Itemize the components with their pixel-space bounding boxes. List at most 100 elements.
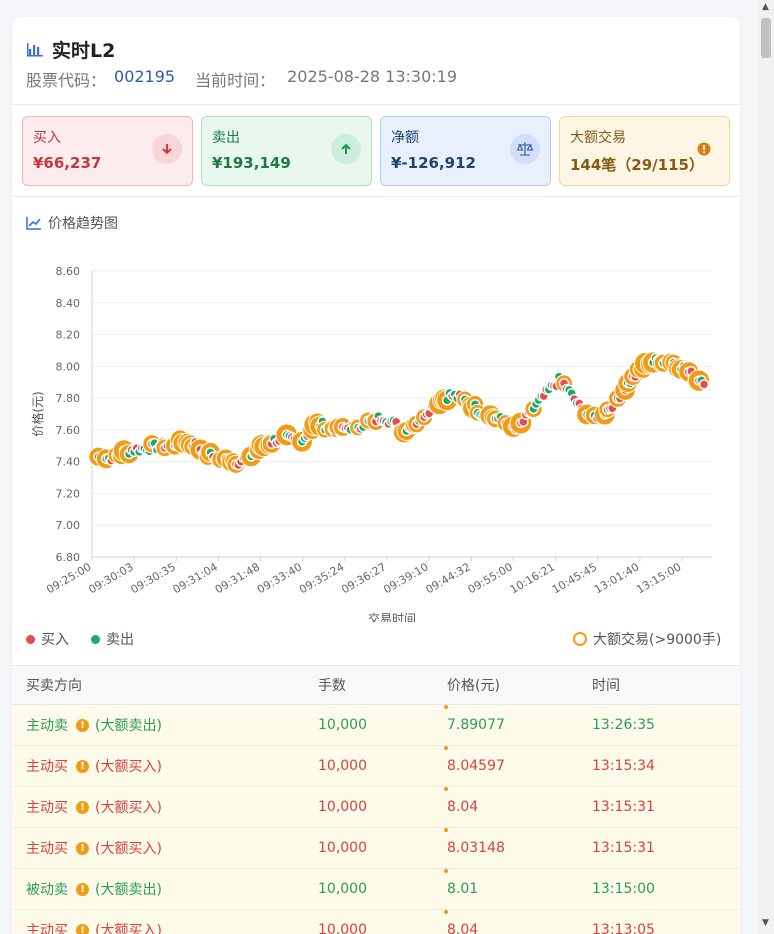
header-lots: 手数	[318, 678, 346, 694]
page-title: 实时L2	[52, 40, 116, 62]
cell-price: 8.04	[447, 799, 479, 815]
stat-buy: 买入 ¥66,237	[22, 116, 193, 186]
legend-sell-label: 卖出	[106, 632, 134, 648]
x-tick-label: 09:31:04	[171, 560, 220, 596]
x-tick-label: 09:44:32	[423, 560, 472, 596]
header: 实时L2 股票代码： 002195 当前时间： 2025-08-28 13:30…	[12, 17, 740, 105]
cell-direction: 主动买! (大额买入)	[12, 756, 318, 776]
table-row[interactable]: 主动买! (大额买入) 10,000 8.04 13:15:31	[12, 787, 740, 828]
buy-point	[698, 379, 710, 390]
legend-large: 大额交易(>9000手)	[573, 629, 721, 649]
y-axis-title: 价格(元)	[30, 391, 45, 436]
stock-code: 002195	[114, 67, 176, 86]
arrow-down-icon	[152, 134, 182, 164]
y-tick-label: 8.40	[56, 297, 81, 310]
x-axis-title: 交易时间	[368, 611, 416, 622]
y-tick-label: 7.20	[56, 487, 81, 500]
x-tick-label: 09:35:24	[297, 560, 346, 596]
stat-net: 净额 ¥-126,912	[380, 116, 551, 186]
table-body: 主动卖! (大额卖出) 10,000 7.89077 13:26:35 主动买! (大额买入…	[12, 705, 740, 934]
direction-text: 被动卖	[26, 882, 68, 898]
y-tick-label: 8.20	[56, 329, 81, 342]
y-tick-label: 6.80	[56, 551, 81, 564]
table-row[interactable]: 主动卖! (大额卖出) 10,000 7.89077 13:26:35	[12, 705, 740, 746]
header-price: 价格(元)	[447, 678, 500, 694]
alert-icon: !	[76, 718, 89, 732]
direction-text: 主动买	[26, 841, 68, 857]
sell-dot-icon	[91, 634, 100, 644]
scroll-up-icon[interactable]: ▲	[760, 2, 771, 12]
cell-time: 13:15:34	[592, 758, 655, 774]
y-tick-label: 8.00	[56, 360, 81, 373]
cell-direction: 被动卖! (大额卖出)	[12, 879, 318, 899]
table-header: 买卖方向 手数 价格(元) 时间	[12, 665, 740, 705]
cell-lots: 10,000	[318, 717, 367, 733]
marker-dot	[444, 828, 448, 832]
x-tick-label: 09:25:00	[44, 560, 93, 596]
cell-time: 13:15:31	[592, 840, 655, 856]
y-tick-label: 8.60	[56, 265, 81, 278]
alert-icon: !	[76, 759, 89, 773]
direction-text: 主动买	[26, 759, 68, 775]
marker-dot	[444, 910, 448, 914]
table-row[interactable]: 主动买! (大额买入) 10,000 8.04597 13:15:34	[12, 746, 740, 787]
table-row[interactable]: 主动买! (大额买入) 10,000 8.04 13:13:05	[12, 910, 740, 934]
scroll-down-icon[interactable]: ▼	[760, 918, 771, 928]
current-time: 2025-08-28 13:30:19	[287, 67, 458, 86]
trades-table: 买卖方向 手数 价格(元) 时间 主动卖! (大额卖出) 10,000 7.89077…	[12, 665, 740, 934]
cell-price: 8.01	[447, 881, 479, 897]
x-tick-label: 10:16:21	[508, 560, 557, 596]
header-time: 时间	[592, 678, 620, 694]
realtime-l2-card: 实时L2 股票代码： 002195 当前时间： 2025-08-28 13:30…	[12, 17, 740, 934]
x-tick-label: 09:30:03	[86, 560, 135, 596]
line-chart-icon	[26, 217, 41, 230]
x-tick-label: 13:15:00	[634, 560, 683, 596]
page-scrollbar[interactable]: ▲ ▼	[757, 0, 774, 934]
table-row[interactable]: 主动买! (大额买入) 10,000 8.03148 13:15:31	[12, 828, 740, 869]
cell-price: 8.04	[447, 922, 479, 934]
x-tick-label: 09:55:00	[466, 560, 515, 596]
x-tick-label: 09:36:27	[339, 560, 388, 596]
marker-dot	[444, 705, 448, 709]
bar-chart-icon	[27, 42, 43, 56]
chart-title-text: 价格趋势图	[48, 216, 118, 232]
cell-time: 13:15:00	[592, 881, 655, 897]
cell-lots: 10,000	[318, 758, 367, 774]
cell-lots: 10,000	[318, 881, 367, 897]
alert-icon	[689, 134, 719, 164]
x-tick-label: 09:30:35	[128, 560, 177, 596]
scale-icon	[510, 134, 540, 164]
cell-price: 8.03148	[447, 840, 505, 856]
alert-icon: !	[76, 800, 89, 814]
alert-icon: !	[76, 882, 89, 896]
legend-buy: 买入	[26, 629, 69, 649]
cell-lots: 10,000	[318, 922, 367, 934]
x-tick-label: 09:33:40	[255, 560, 304, 596]
large-ring-icon	[573, 632, 587, 646]
large-tag: (大额买入)	[95, 759, 162, 775]
y-tick-label: 7.00	[56, 519, 81, 532]
legend-large-label: 大额交易(>9000手)	[593, 632, 722, 648]
cell-direction: 主动卖! (大额卖出)	[12, 715, 318, 735]
large-tag: (大额卖出)	[95, 718, 162, 734]
cell-price: 7.89077	[447, 717, 505, 733]
direction-text: 主动买	[26, 800, 68, 816]
large-tag: (大额买入)	[95, 923, 162, 934]
x-tick-label: 10:45:45	[550, 560, 599, 596]
table-row[interactable]: 被动卖! (大额卖出) 10,000 8.01 13:15:00	[12, 869, 740, 910]
y-tick-label: 7.60	[56, 424, 81, 437]
marker-dot	[444, 746, 448, 750]
large-tag: (大额卖出)	[95, 882, 162, 898]
x-tick-label: 13:01:40	[592, 560, 641, 596]
scroll-thumb[interactable]	[761, 18, 771, 58]
alert-icon: !	[76, 841, 89, 855]
y-tick-label: 7.80	[56, 392, 81, 405]
arrow-up-icon	[331, 134, 361, 164]
divider	[12, 196, 740, 197]
cell-direction: 主动买! (大额买入)	[12, 797, 318, 817]
cell-direction: 主动买! (大额买入)	[12, 920, 318, 934]
title-row: 实时L2	[26, 36, 115, 63]
chart-legend: 买入 卖出 大额交易(>9000手)	[26, 629, 726, 649]
marker-dot	[444, 869, 448, 873]
stat-sell: 卖出 ¥193,149	[201, 116, 372, 186]
